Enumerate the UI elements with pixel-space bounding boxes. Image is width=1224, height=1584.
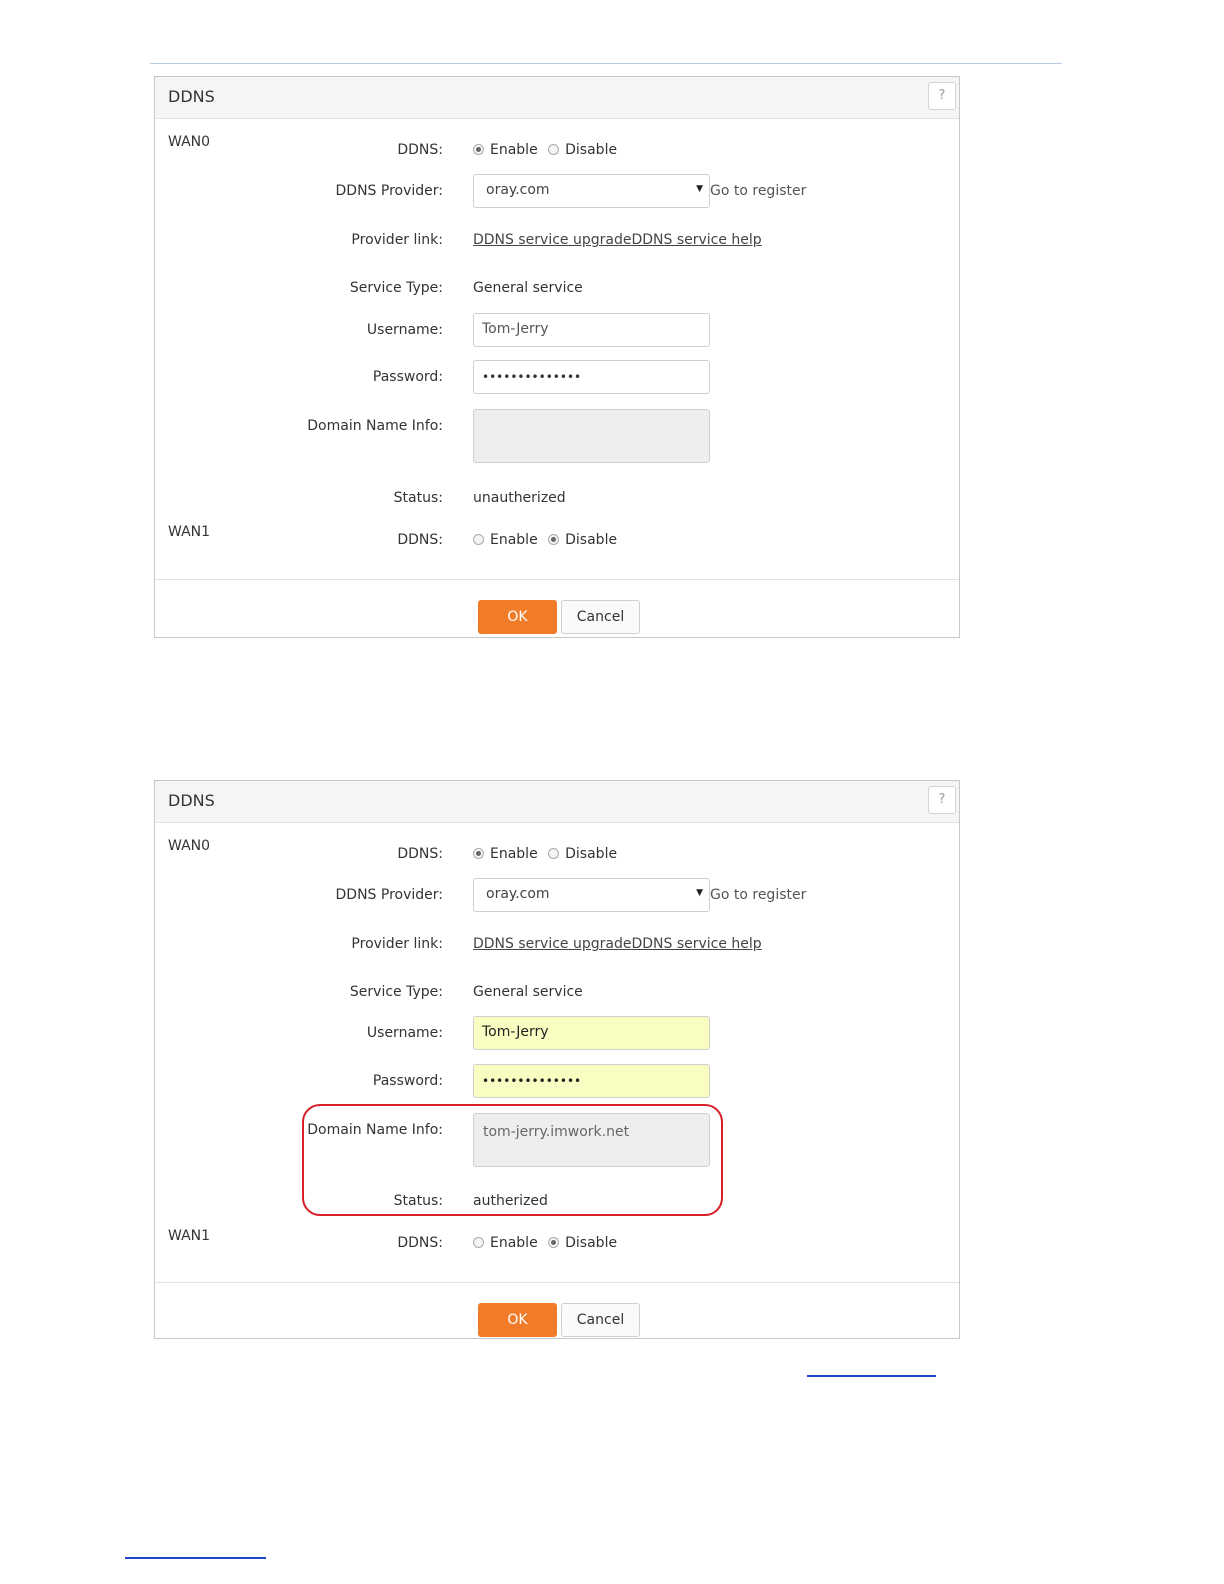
ddns-label: DDNS: <box>397 142 443 158</box>
ddns-panel-after: DDNS ? WAN0 DDNS: Enable Disable DDNS Pr… <box>154 780 960 1339</box>
wan0-enable-option[interactable]: Enable <box>473 142 538 158</box>
caret-down-icon: ▼ <box>696 184 703 194</box>
ddns-provider-value: oray.com <box>486 182 550 198</box>
help-icon[interactable]: ? <box>928 786 956 814</box>
hyperlink-underline <box>807 1375 936 1377</box>
go-to-register-link[interactable]: Go to register <box>710 887 806 903</box>
wan0-enable-option[interactable]: Enable <box>473 846 538 862</box>
service-type-label: Service Type: <box>349 280 443 296</box>
wan0-label: WAN0 <box>168 838 211 854</box>
radio-checked-icon[interactable] <box>548 1237 560 1248</box>
username-input[interactable]: Tom-Jerry <box>473 1016 710 1050</box>
panel-header: DDNS ? <box>155 781 959 823</box>
password-input[interactable]: •••••••••••••• <box>473 360 710 394</box>
annotation-highlight-box <box>302 1104 723 1216</box>
username-input[interactable]: Tom-Jerry <box>473 313 710 347</box>
wan1-disable-option[interactable]: Disable <box>548 532 617 548</box>
wan1-ddns-radio-group: Enable Disable <box>473 532 623 548</box>
status-label: Status: <box>393 490 443 506</box>
wan1-enable-option[interactable]: Enable <box>473 1235 538 1251</box>
ddns-service-upgrade-link[interactable]: DDNS service upgrade <box>473 936 631 952</box>
ddns-service-upgrade-link[interactable]: DDNS service upgrade <box>473 232 631 248</box>
radio-unchecked-icon[interactable] <box>548 144 560 155</box>
radio-unchecked-icon[interactable] <box>548 848 560 859</box>
service-type-label: Service Type: <box>349 984 443 1000</box>
password-label: Password: <box>372 369 443 385</box>
username-label: Username: <box>366 322 443 338</box>
ddns-provider-value: oray.com <box>486 886 550 902</box>
panel-header: DDNS ? <box>155 77 959 119</box>
radio-unchecked-icon[interactable] <box>473 534 484 545</box>
username-label: Username: <box>366 1025 443 1041</box>
wan1-ddns-radio-group: Enable Disable <box>473 1235 623 1251</box>
ddns-provider-label: DDNS Provider: <box>335 183 443 199</box>
service-type-value: General service <box>473 984 583 1000</box>
ok-button[interactable]: OK <box>478 1303 557 1337</box>
domain-name-info-field <box>473 409 710 463</box>
footnote-rule <box>125 1557 266 1559</box>
radio-checked-icon[interactable] <box>473 848 484 859</box>
caret-down-icon: ▼ <box>696 888 703 898</box>
cancel-button[interactable]: Cancel <box>561 1303 640 1337</box>
wan1-disable-option[interactable]: Disable <box>548 1235 617 1251</box>
footer-divider <box>155 1282 959 1283</box>
domain-name-info-label: Domain Name Info: <box>307 418 443 434</box>
wan1-enable-option[interactable]: Enable <box>473 532 538 548</box>
radio-checked-icon[interactable] <box>473 144 484 155</box>
wan0-disable-option[interactable]: Disable <box>548 846 617 862</box>
wan1-label: WAN1 <box>168 1228 211 1244</box>
page-header-rule <box>150 63 1062 64</box>
password-label: Password: <box>372 1073 443 1089</box>
panel-title: DDNS <box>168 87 215 106</box>
ddns-service-help-link[interactable]: DDNS service help <box>631 232 761 248</box>
wan0-ddns-radio-group: Enable Disable <box>473 142 623 158</box>
ddns-service-help-link[interactable]: DDNS service help <box>631 936 761 952</box>
provider-links: DDNS service upgradeDDNS service help <box>473 936 762 952</box>
radio-unchecked-icon[interactable] <box>473 1237 484 1248</box>
go-to-register-link[interactable]: Go to register <box>710 183 806 199</box>
ddns-provider-select[interactable]: oray.com ▼ <box>473 174 710 208</box>
password-input[interactable]: •••••••••••••• <box>473 1064 710 1098</box>
ddns-panel-before: DDNS ? WAN0 DDNS: Enable Disable DDNS Pr… <box>154 76 960 638</box>
provider-links: DDNS service upgradeDDNS service help <box>473 232 762 248</box>
cancel-button[interactable]: Cancel <box>561 600 640 634</box>
ok-button[interactable]: OK <box>478 600 557 634</box>
ddns-provider-select[interactable]: oray.com ▼ <box>473 878 710 912</box>
radio-checked-icon[interactable] <box>548 534 560 545</box>
panel-title: DDNS <box>168 791 215 810</box>
wan0-ddns-radio-group: Enable Disable <box>473 846 623 862</box>
provider-link-label: Provider link: <box>351 936 443 952</box>
provider-link-label: Provider link: <box>351 232 443 248</box>
ddns-label: DDNS: <box>397 1235 443 1251</box>
help-icon[interactable]: ? <box>928 82 956 110</box>
wan1-label: WAN1 <box>168 524 211 540</box>
service-type-value: General service <box>473 280 583 296</box>
wan0-label: WAN0 <box>168 134 211 150</box>
wan0-disable-option[interactable]: Disable <box>548 142 617 158</box>
ddns-provider-label: DDNS Provider: <box>335 887 443 903</box>
footer-divider <box>155 579 959 580</box>
status-value: unautherized <box>473 490 566 506</box>
ddns-label: DDNS: <box>397 846 443 862</box>
ddns-label: DDNS: <box>397 532 443 548</box>
